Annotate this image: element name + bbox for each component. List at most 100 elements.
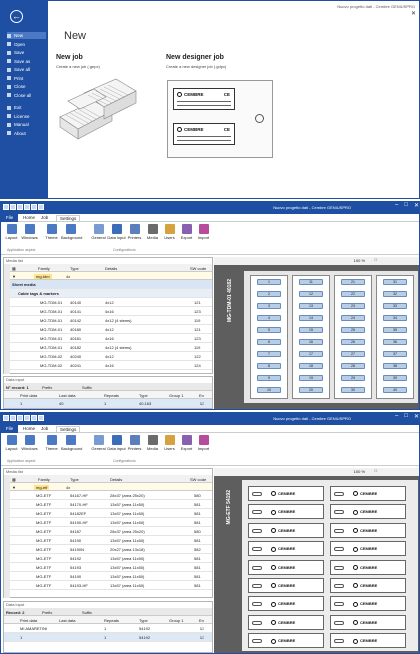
marker-tag[interactable]: 9 [257, 375, 281, 381]
maximize-icon[interactable]: □ [404, 413, 408, 420]
col-repeats[interactable]: Repeats [104, 393, 119, 398]
family-filter[interactable]: mg-tdm [34, 273, 52, 279]
ribbon-theme-button[interactable]: Theme [42, 435, 61, 451]
marker-tag[interactable]: 27 [341, 351, 365, 357]
cembre-plate[interactable]: CEMBRE [248, 522, 324, 538]
open-icon[interactable] [10, 415, 16, 421]
preview-canvas[interactable]: 100 % □ MG-TDM-01 40182 1 2 3 4 5 6 7 8 9 10 11 12 13… [214, 257, 419, 409]
marker-tag[interactable]: 25 [341, 327, 365, 333]
col-type[interactable]: Type [139, 618, 148, 623]
marker-tag[interactable]: 4 [257, 315, 281, 321]
marker-tag[interactable]: 14 [299, 315, 323, 321]
arrow-left-icon[interactable]: ← [10, 10, 23, 23]
table-row[interactable]: MG-ETF 54187 28x37 (area 25x20) 580 [10, 527, 212, 536]
marker-tag[interactable]: 19 [299, 375, 323, 381]
minimize-icon[interactable]: – [395, 413, 398, 420]
col-group[interactable]: Group 1 [169, 618, 183, 623]
menu-about[interactable]: About [7, 130, 46, 137]
close-icon[interactable]: ✕ [414, 413, 419, 420]
type-filter[interactable]: 4x [66, 485, 70, 490]
menu-license[interactable]: License [7, 113, 46, 120]
col-group[interactable]: Group 1 [169, 393, 183, 398]
marker-tag[interactable]: 11 [299, 279, 323, 285]
marker-tag[interactable]: 32 [383, 291, 407, 297]
menu-print[interactable]: Print [7, 75, 46, 82]
cembre-plate[interactable]: CEMBRE [248, 541, 324, 557]
menu-open[interactable]: Open [7, 41, 46, 48]
ribbon-theme-button[interactable]: Theme [42, 224, 61, 240]
menu-new[interactable]: New [7, 32, 46, 39]
cembre-plate[interactable]: CEMBRE [330, 541, 406, 557]
marker-tag[interactable]: 30 [341, 387, 365, 393]
ribbon-layout-button[interactable]: Layout [2, 224, 21, 240]
preview-canvas[interactable]: 100 % □ MG-ETF 54192 CEMBRE CEMBRE CEMBRE CE… [214, 468, 419, 653]
tab-settings[interactable]: Settings [56, 426, 81, 432]
ribbon-background-button[interactable]: Background [61, 224, 82, 240]
table-row[interactable]: MG-TDM-01 40141 4x16 123 [10, 307, 212, 316]
table-row[interactable]: MG-TDM-01 40182 4x12 (4 stems) 119 [10, 343, 212, 352]
table-row[interactable]: MG-TDM-02 40241 4x16 124 [10, 361, 212, 370]
col-family[interactable]: Family [38, 266, 50, 271]
ribbon-printers-button[interactable]: Printers [125, 435, 144, 451]
cembre-plate[interactable]: CEMBRE [330, 559, 406, 575]
marker-tag[interactable]: 6 [257, 339, 281, 345]
table-row[interactable]: MG-ETF 54170-HF 13x57 (area 11x50) 581 [10, 500, 212, 509]
col-type[interactable]: Type [70, 477, 79, 482]
table-row[interactable]: MG-ETF 54193 13x57 (area 11x50) 581 [10, 563, 212, 572]
menu-close[interactable]: Close [7, 83, 46, 90]
menu-save[interactable]: Save [7, 49, 46, 56]
table-row[interactable]: MG-ETF 54190-HF 13x57 (area 11x50) 581 [10, 518, 212, 527]
col-last-data[interactable]: Last data [59, 618, 75, 623]
marker-tag[interactable]: 34 [383, 315, 407, 321]
data-row[interactable]: 1 1 54192 ☑ [4, 633, 212, 642]
filter-icon[interactable]: ▼ [12, 485, 16, 490]
designer-job-illustration[interactable]: CEMBRE CE CEMBRE CE [167, 80, 273, 158]
new-job-title[interactable]: New job [56, 54, 83, 61]
col-en[interactable]: En [199, 393, 204, 398]
table-row[interactable]: MG-ETF 54192 13x57 (area 11x50) 581 [10, 554, 212, 563]
marker-tag[interactable]: 39 [383, 375, 407, 381]
table-row[interactable]: MG-TDM-02 40240 4x12 122 [10, 352, 212, 361]
table-row[interactable]: MG-TDM-01 40180 4x12 121 [10, 325, 212, 334]
ribbon-general-button[interactable]: General [89, 435, 108, 451]
col-type[interactable]: Type [70, 266, 79, 271]
new-job-illustration[interactable] [54, 71, 146, 149]
close-icon[interactable]: ✕ [414, 202, 419, 209]
ribbon-background-button[interactable]: Background [61, 435, 82, 451]
marker-tag[interactable]: 40 [383, 387, 407, 393]
zoom-level[interactable]: 100 % [354, 469, 365, 474]
new-job-subtitle[interactable]: Create a new job (.gepx) [56, 64, 100, 69]
cembre-plate[interactable]: CEMBRE [330, 486, 406, 501]
group-row[interactable]: Sheet media [10, 280, 212, 289]
ribbon-windows-button[interactable]: Windows [20, 224, 39, 240]
cembre-plate[interactable]: CEMBRE [330, 614, 406, 630]
ribbon-printers-button[interactable]: Printers [125, 224, 144, 240]
tab-settings[interactable]: Settings [56, 215, 81, 221]
tab-file[interactable]: File [1, 425, 18, 433]
cembre-plate[interactable]: CEMBRE [330, 633, 406, 649]
fit-icon[interactable]: □ [375, 468, 377, 473]
cembre-plate[interactable]: CEMBRE [248, 486, 324, 501]
marker-tag[interactable]: 8 [257, 363, 281, 369]
marker-tag[interactable]: 26 [341, 339, 365, 345]
marker-tag[interactable]: 16 [299, 339, 323, 345]
menu-close-all[interactable]: Close all [7, 92, 46, 99]
cembre-plate[interactable]: CEMBRE [330, 578, 406, 593]
table-row[interactable]: MG-ETF 54190 13x57 (area 11x50) 581 [10, 572, 212, 581]
cembre-plate[interactable]: CEMBRE [248, 504, 324, 520]
marker-tag[interactable]: 37 [383, 351, 407, 357]
col-details[interactable]: Details [110, 477, 122, 482]
enable-checkbox[interactable]: ☑ [200, 401, 204, 406]
ribbon-layout-button[interactable]: Layout [2, 435, 21, 451]
tab-job[interactable]: Job [41, 426, 48, 431]
ribbon-data-input-button[interactable]: Data input [107, 224, 126, 240]
marker-tag[interactable]: 33 [383, 303, 407, 309]
undo-icon[interactable] [31, 415, 37, 421]
grid-menu-icon[interactable]: ▦ [12, 266, 16, 271]
ribbon-general-button[interactable]: General [89, 224, 108, 240]
col-type[interactable]: Type [139, 393, 148, 398]
menu-save-as[interactable]: Save as [7, 58, 46, 65]
ribbon-data-input-button[interactable]: Data input [107, 435, 126, 451]
enable-checkbox[interactable]: ☑ [200, 635, 204, 640]
save-icon[interactable] [17, 204, 23, 210]
